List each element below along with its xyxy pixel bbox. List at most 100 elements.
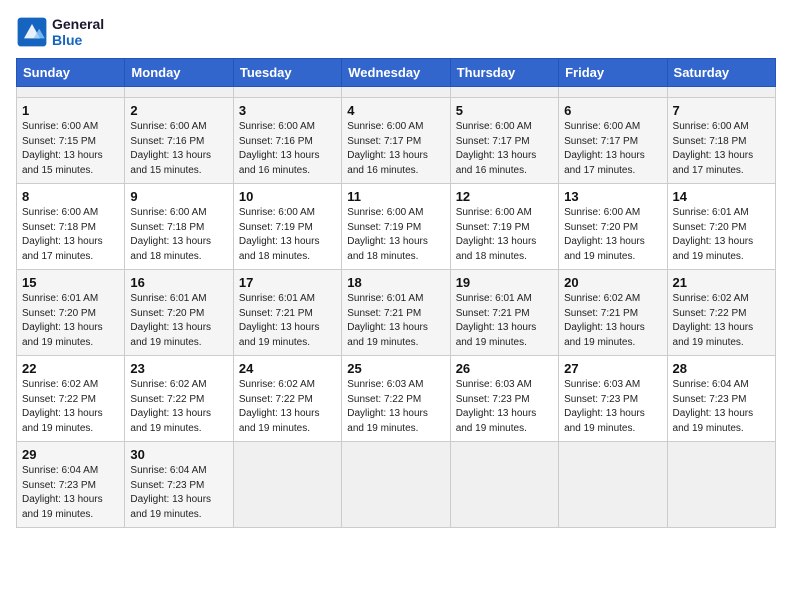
calendar-cell: 6Sunrise: 6:00 AMSunset: 7:17 PMDaylight…	[559, 98, 667, 184]
day-info: Sunrise: 6:03 AMSunset: 7:23 PMDaylight:…	[456, 378, 553, 436]
calendar-cell: 9Sunrise: 6:00 AMSunset: 7:18 PMDaylight…	[125, 184, 233, 270]
day-number: 3	[239, 103, 336, 118]
day-number: 22	[22, 361, 119, 376]
day-number: 21	[673, 275, 770, 290]
day-number: 17	[239, 275, 336, 290]
calendar-week-row: 15 Sunrise: 6:01 AMSunset: 7:20 PMDayligh…	[17, 270, 776, 356]
day-number: 8	[22, 189, 119, 204]
day-number: 2	[130, 103, 227, 118]
day-number: 29	[22, 447, 119, 462]
day-info: Sunrise: 6:00 AMSunset: 7:19 PMDaylight:…	[239, 206, 336, 264]
logo: General Blue	[16, 16, 104, 48]
day-info: Sunrise: 6:00 AMSunset: 7:16 PMDaylight:…	[130, 120, 227, 178]
day-number: 16	[130, 275, 227, 290]
calendar-cell	[667, 87, 775, 98]
calendar-cell: 26 Sunrise: 6:03 AMSunset: 7:23 PMDayligh…	[450, 356, 558, 442]
day-number: 6	[564, 103, 661, 118]
calendar-cell: 17 Sunrise: 6:01 AMSunset: 7:21 PMDayligh…	[233, 270, 341, 356]
calendar-cell: 30 Sunrise: 6:04 AMSunset: 7:23 PMDayligh…	[125, 442, 233, 528]
calendar-cell: 20 Sunrise: 6:02 AMSunset: 7:21 PMDayligh…	[559, 270, 667, 356]
logo-text: General Blue	[52, 16, 104, 48]
day-number: 28	[673, 361, 770, 376]
calendar-cell	[559, 442, 667, 528]
day-info: Sunrise: 6:02 AMSunset: 7:22 PMDaylight:…	[130, 378, 227, 436]
calendar-cell: 25Sunrise: 6:03 AMSunset: 7:22 PMDayligh…	[342, 356, 450, 442]
day-number: 10	[239, 189, 336, 204]
calendar-cell: 14Sunrise: 6:01 AMSunset: 7:20 PMDayligh…	[667, 184, 775, 270]
calendar-table: SundayMondayTuesdayWednesdayThursdayFrid…	[16, 58, 776, 528]
calendar-cell	[450, 442, 558, 528]
calendar-cell	[17, 87, 125, 98]
calendar-cell: 15 Sunrise: 6:01 AMSunset: 7:20 PMDayligh…	[17, 270, 125, 356]
calendar-cell: 2 Sunrise: 6:00 AMSunset: 7:16 PMDaylight…	[125, 98, 233, 184]
calendar-cell: 3 Sunrise: 6:00 AMSunset: 7:16 PMDaylight…	[233, 98, 341, 184]
weekday-header: Thursday	[450, 59, 558, 87]
weekday-header: Saturday	[667, 59, 775, 87]
day-info: Sunrise: 6:02 AMSunset: 7:21 PMDaylight:…	[564, 292, 661, 350]
day-info: Sunrise: 6:02 AMSunset: 7:22 PMDaylight:…	[239, 378, 336, 436]
calendar-cell: 8 Sunrise: 6:00 AMSunset: 7:18 PMDaylight…	[17, 184, 125, 270]
logo-icon	[16, 16, 48, 48]
calendar-cell	[667, 442, 775, 528]
calendar-week-row: 1 Sunrise: 6:00 AMSunset: 7:15 PMDaylight…	[17, 98, 776, 184]
calendar-cell: 7 Sunrise: 6:00 AMSunset: 7:18 PMDaylight…	[667, 98, 775, 184]
day-number: 18	[347, 275, 444, 290]
day-number: 26	[456, 361, 553, 376]
calendar-cell: 22 Sunrise: 6:02 AMSunset: 7:22 PMDayligh…	[17, 356, 125, 442]
calendar-cell: 5 Sunrise: 6:00 AMSunset: 7:17 PMDaylight…	[450, 98, 558, 184]
day-info: Sunrise: 6:01 AMSunset: 7:21 PMDaylight:…	[347, 292, 444, 350]
calendar-cell: 16 Sunrise: 6:01 AMSunset: 7:20 PMDayligh…	[125, 270, 233, 356]
calendar-cell: 13Sunrise: 6:00 AMSunset: 7:20 PMDayligh…	[559, 184, 667, 270]
day-info: Sunrise: 6:01 AMSunset: 7:21 PMDaylight:…	[456, 292, 553, 350]
day-number: 5	[456, 103, 553, 118]
day-info: Sunrise: 6:01 AMSunset: 7:20 PMDaylight:…	[22, 292, 119, 350]
calendar-week-row: 22 Sunrise: 6:02 AMSunset: 7:22 PMDayligh…	[17, 356, 776, 442]
day-info: Sunrise: 6:01 AMSunset: 7:20 PMDaylight:…	[673, 206, 770, 264]
calendar-cell	[450, 87, 558, 98]
day-number: 20	[564, 275, 661, 290]
weekday-header: Wednesday	[342, 59, 450, 87]
day-info: Sunrise: 6:04 AMSunset: 7:23 PMDaylight:…	[130, 464, 227, 522]
calendar-cell	[559, 87, 667, 98]
calendar-cell: 4Sunrise: 6:00 AMSunset: 7:17 PMDaylight…	[342, 98, 450, 184]
day-info: Sunrise: 6:00 AMSunset: 7:18 PMDaylight:…	[673, 120, 770, 178]
day-number: 15	[22, 275, 119, 290]
weekday-header: Sunday	[17, 59, 125, 87]
calendar-cell: 18 Sunrise: 6:01 AMSunset: 7:21 PMDayligh…	[342, 270, 450, 356]
calendar-week-row: 29 Sunrise: 6:04 AMSunset: 7:23 PMDayligh…	[17, 442, 776, 528]
day-info: Sunrise: 6:00 AMSunset: 7:16 PMDaylight:…	[239, 120, 336, 178]
day-info: Sunrise: 6:00 AMSunset: 7:17 PMDaylight:…	[456, 120, 553, 178]
day-number: 27	[564, 361, 661, 376]
calendar-cell	[233, 87, 341, 98]
day-info: Sunrise: 6:00 AMSunset: 7:15 PMDaylight:…	[22, 120, 119, 178]
calendar-cell: 24 Sunrise: 6:02 AMSunset: 7:22 PMDayligh…	[233, 356, 341, 442]
day-info: Sunrise: 6:03 AMSunset: 7:23 PMDaylight:…	[564, 378, 661, 436]
day-info: Sunrise: 6:00 AMSunset: 7:17 PMDaylight:…	[347, 120, 444, 178]
weekday-header: Tuesday	[233, 59, 341, 87]
day-number: 23	[130, 361, 227, 376]
calendar-cell: 10 Sunrise: 6:00 AMSunset: 7:19 PMDayligh…	[233, 184, 341, 270]
day-info: Sunrise: 6:04 AMSunset: 7:23 PMDaylight:…	[22, 464, 119, 522]
day-number: 30	[130, 447, 227, 462]
calendar-cell: 12Sunrise: 6:00 AMSunset: 7:19 PMDayligh…	[450, 184, 558, 270]
day-number: 7	[673, 103, 770, 118]
day-number: 12	[456, 189, 553, 204]
day-info: Sunrise: 6:02 AMSunset: 7:22 PMDaylight:…	[673, 292, 770, 350]
day-number: 24	[239, 361, 336, 376]
day-info: Sunrise: 6:00 AMSunset: 7:18 PMDaylight:…	[22, 206, 119, 264]
calendar-cell: 23 Sunrise: 6:02 AMSunset: 7:22 PMDayligh…	[125, 356, 233, 442]
calendar-cell	[233, 442, 341, 528]
day-number: 1	[22, 103, 119, 118]
calendar-cell	[342, 87, 450, 98]
day-info: Sunrise: 6:02 AMSunset: 7:22 PMDaylight:…	[22, 378, 119, 436]
day-number: 19	[456, 275, 553, 290]
day-info: Sunrise: 6:04 AMSunset: 7:23 PMDaylight:…	[673, 378, 770, 436]
calendar-cell: 27 Sunrise: 6:03 AMSunset: 7:23 PMDayligh…	[559, 356, 667, 442]
calendar-cell: 1 Sunrise: 6:00 AMSunset: 7:15 PMDaylight…	[17, 98, 125, 184]
day-number: 11	[347, 189, 444, 204]
calendar-cell: 28 Sunrise: 6:04 AMSunset: 7:23 PMDayligh…	[667, 356, 775, 442]
day-number: 25	[347, 361, 444, 376]
calendar-cell	[125, 87, 233, 98]
day-info: Sunrise: 6:01 AMSunset: 7:21 PMDaylight:…	[239, 292, 336, 350]
day-info: Sunrise: 6:01 AMSunset: 7:20 PMDaylight:…	[130, 292, 227, 350]
